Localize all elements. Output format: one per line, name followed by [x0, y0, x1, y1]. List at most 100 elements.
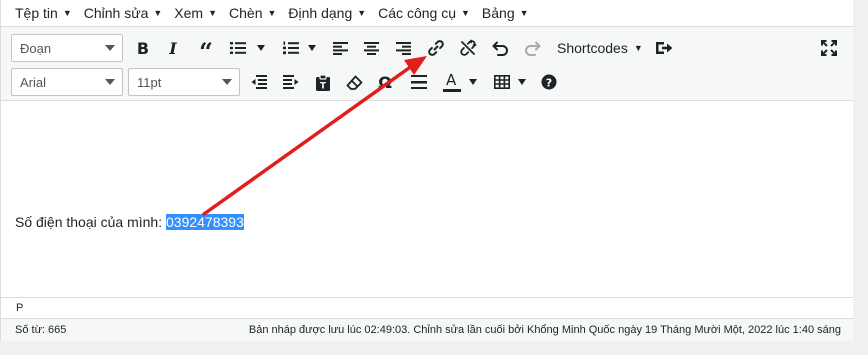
menu-view[interactable]: Xem ▼	[168, 0, 223, 26]
blockquote-icon: “	[199, 37, 213, 66]
editor-toolbar: Đoạn B I “ Shortcodes ▼ Arial 11pt T Ω A…	[1, 27, 853, 101]
text-color-icon: A	[443, 71, 461, 93]
fullscreen-icon	[821, 40, 837, 56]
shortcodes-label: Shortcodes	[557, 40, 628, 56]
align-right-button[interactable]	[389, 34, 417, 62]
classic-editor: Tệp tin ▼ Chỉnh sửa ▼ Xem ▼ Chèn ▼ Định dạng…	[0, 0, 853, 341]
menu-tools-label: Các công cụ	[378, 5, 456, 21]
chevron-down-icon: ▼	[357, 8, 367, 18]
bullet-list-options-caret[interactable]	[257, 45, 265, 51]
element-path-p[interactable]: P	[16, 302, 23, 314]
align-left-icon	[332, 41, 348, 55]
menu-insert-label: Chèn	[229, 5, 263, 21]
toolbar-row-1: Đoạn B I “ Shortcodes ▼	[1, 31, 853, 65]
menu-edit-label: Chỉnh sửa	[83, 5, 149, 21]
content-text: Số điện thoại của mình:	[15, 214, 166, 230]
toolbar-row-2: Arial 11pt T Ω A ?	[1, 65, 853, 99]
text-color-swatch	[443, 89, 461, 92]
align-left-button[interactable]	[326, 34, 354, 62]
chevron-down-icon	[105, 79, 115, 85]
help-button[interactable]: ?	[535, 68, 563, 96]
font-size-select[interactable]: 11pt	[128, 68, 240, 96]
outdent-button[interactable]	[245, 68, 273, 96]
clear-formatting-button[interactable]	[340, 68, 368, 96]
insert-link-icon	[428, 40, 444, 56]
text-color-letter: A	[446, 71, 457, 89]
fullscreen-button[interactable]	[815, 34, 843, 62]
font-family-select[interactable]: Arial	[11, 68, 123, 96]
bullet-list-button[interactable]	[225, 34, 251, 62]
menu-file-label: Tệp tin	[15, 5, 58, 21]
numbered-list-button[interactable]	[278, 34, 304, 62]
menu-view-label: Xem	[174, 5, 204, 21]
italic-icon: I	[169, 38, 177, 58]
horizontal-line-button[interactable]	[405, 68, 433, 96]
font-family-select-value: Arial	[20, 74, 47, 90]
bold-icon: B	[136, 38, 150, 58]
insert-link-button[interactable]	[422, 34, 450, 62]
indent-button[interactable]	[277, 68, 305, 96]
chevron-down-icon: ▼	[633, 43, 643, 53]
format-select[interactable]: Đoạn	[11, 34, 123, 62]
svg-text:T: T	[320, 81, 327, 91]
indent-icon	[283, 75, 299, 89]
table-options-caret[interactable]	[518, 79, 526, 85]
remove-link-icon	[460, 39, 477, 56]
chevron-down-icon: ▼	[519, 8, 529, 18]
distraction-free-icon	[656, 42, 673, 54]
align-right-icon	[395, 41, 411, 55]
font-size-select-value: 11pt	[137, 74, 162, 90]
content-paragraph[interactable]: Số điện thoại của mình: 0392478393	[15, 214, 244, 230]
menu-file[interactable]: Tệp tin ▼	[9, 0, 78, 26]
menu-insert[interactable]: Chèn ▼	[223, 0, 282, 26]
clear-formatting-icon	[346, 75, 362, 90]
menubar: Tệp tin ▼ Chỉnh sửa ▼ Xem ▼ Chèn ▼ Định dạng…	[1, 0, 853, 27]
distraction-free-button[interactable]	[650, 34, 678, 62]
chevron-down-icon: ▼	[62, 8, 72, 18]
special-character-icon: Ω	[378, 72, 392, 92]
remove-link-button[interactable]	[454, 34, 482, 62]
chevron-down-icon: ▼	[267, 8, 277, 18]
outdent-icon	[251, 75, 267, 89]
align-center-button[interactable]	[357, 34, 385, 62]
help-icon: ?	[541, 74, 557, 90]
table-icon	[494, 75, 510, 89]
chevron-down-icon: ▼	[208, 8, 218, 18]
text-color-button[interactable]: A	[438, 68, 466, 96]
chevron-down-icon	[222, 79, 232, 85]
menu-table-label: Bảng	[481, 5, 515, 21]
menu-format[interactable]: Định dạng ▼	[282, 0, 372, 26]
chevron-down-icon: ▼	[153, 8, 163, 18]
menu-format-label: Định dạng	[288, 5, 353, 21]
numbered-list-icon	[283, 41, 299, 55]
autosave-status: Bản nháp được lưu lúc 02:49:03. Chỉnh sử…	[248, 324, 841, 336]
word-count: Số từ: 665	[15, 324, 67, 336]
status-bar: Số từ: 665 Bản nháp được lưu lúc 02:49:0…	[1, 318, 853, 341]
menu-tools[interactable]: Các công cụ ▼	[372, 0, 476, 26]
italic-button[interactable]: I	[159, 34, 187, 62]
menu-table[interactable]: Bảng ▼	[476, 0, 535, 26]
table-button[interactable]	[488, 68, 516, 96]
element-path-bar: P	[1, 297, 853, 318]
chevron-down-icon	[105, 45, 115, 51]
bullet-list-icon	[230, 42, 246, 54]
redo-button[interactable]	[518, 34, 546, 62]
shortcodes-menu[interactable]: Shortcodes ▼	[557, 34, 643, 62]
undo-button[interactable]	[486, 34, 514, 62]
selected-phone-number[interactable]: 0392478393	[166, 214, 244, 230]
bold-button[interactable]: B	[129, 34, 157, 62]
redo-icon	[524, 41, 540, 56]
blockquote-button[interactable]: “	[192, 34, 220, 66]
format-select-value: Đoạn	[20, 40, 52, 56]
svg-text:?: ?	[546, 76, 552, 89]
text-color-options-caret[interactable]	[469, 79, 477, 85]
menu-edit[interactable]: Chỉnh sửa ▼	[78, 0, 169, 26]
paste-as-text-button[interactable]: T	[309, 68, 337, 96]
chevron-down-icon: ▼	[460, 8, 470, 18]
numbered-list-options-caret[interactable]	[308, 45, 316, 51]
special-character-button[interactable]: Ω	[371, 68, 399, 96]
horizontal-line-icon	[411, 75, 427, 89]
paste-text-icon: T	[316, 73, 330, 91]
editor-content-area[interactable]: Số điện thoại của mình: 0392478393	[1, 101, 853, 297]
undo-icon	[492, 41, 508, 56]
